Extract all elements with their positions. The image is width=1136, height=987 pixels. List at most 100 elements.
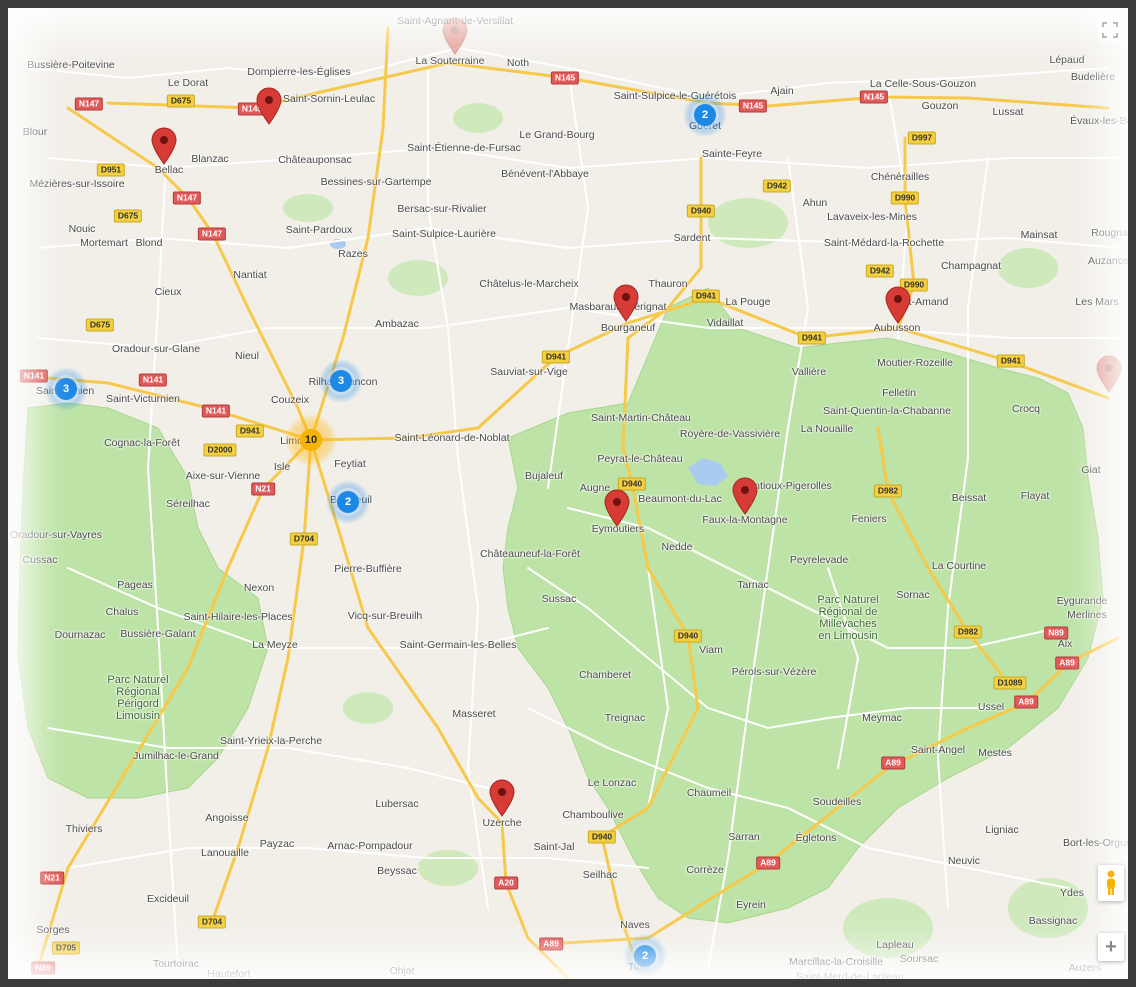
zoom-in-label: +	[1105, 935, 1117, 958]
place-label-royere-de-vassiviere: Royère-de-Vassivière	[679, 428, 781, 440]
road-shield-a89: A89	[1055, 656, 1079, 670]
place-label-beissat: Beissat	[951, 492, 987, 504]
place-label-nieul: Nieul	[235, 350, 259, 362]
place-label-benevent-l-abbaye: Bénévent-l'Abbaye	[501, 168, 589, 180]
cluster-count: 10	[300, 429, 322, 451]
road-shield-n21: N21	[251, 482, 275, 496]
place-label-sornac: Sornac	[896, 589, 930, 601]
place-label-hautefort: Hautefort	[207, 968, 251, 980]
place-label-aix: Aix	[1057, 638, 1073, 650]
place-label-excideuil: Excideuil	[146, 893, 190, 905]
place-label-saint-quentin-la-chabanne: Saint-Quentin-la-Chabanne	[823, 405, 951, 417]
place-label-moutier-rozeille: Moutier-Rozeille	[877, 357, 953, 369]
road-shield-d940: D940	[686, 204, 716, 218]
marker-cluster[interactable]: 2	[326, 480, 370, 524]
place-label-saint-sornin-leulac: Saint-Sornin-Leulac	[282, 93, 376, 105]
place-label-saint-merd-de-lapleau: Saint-Merd-de-Lapleau	[796, 971, 904, 983]
place-label-bourganeuf: Bourganeuf	[600, 322, 656, 334]
place-label-feytiat: Feytiat	[334, 458, 366, 470]
marker-cluster[interactable]: 3	[319, 359, 363, 403]
road-shield-a89: A89	[1014, 695, 1038, 709]
map-pin-icon	[151, 127, 177, 165]
place-label-lapleau: Lapleau	[876, 939, 914, 951]
place-label-saint-angel: Saint-Angel	[910, 744, 966, 756]
place-label-soursac: Soursac	[899, 953, 939, 965]
marker-uzerche[interactable]	[489, 779, 515, 817]
road-shield-n141: N141	[19, 369, 49, 383]
place-label-thauron: Thauron	[648, 278, 688, 290]
place-label-egletons: Égletons	[795, 832, 837, 844]
cluster-count: 3	[330, 370, 352, 392]
place-label-mezieres-sur-issoire: Mézières-sur-Issoire	[29, 178, 125, 190]
place-label-lanouaille: Lanouaille	[201, 847, 249, 859]
place-label-bussiere-galant: Bussière-Galant	[120, 628, 196, 640]
place-label-gouzon: Gouzon	[921, 100, 959, 112]
place-label-ligniac: Ligniac	[985, 824, 1019, 836]
place-label-chamboulive: Chamboulive	[562, 809, 624, 821]
place-label-bujaleuf: Bujaleuf	[525, 470, 563, 482]
road-shield-d942: D942	[762, 179, 792, 193]
place-label-uzerche: Uzerche	[482, 817, 522, 829]
place-label-ambazac: Ambazac	[375, 318, 419, 330]
place-label-chatelus-le-marcheix: Châtelus-le-Marcheix	[479, 278, 579, 290]
marker-saint-sornin-leulac[interactable]	[256, 87, 282, 125]
marker-aubusson[interactable]	[885, 286, 911, 324]
zoom-in-button[interactable]: +	[1098, 933, 1124, 961]
road-shield-d942: D942	[865, 264, 895, 278]
map-pin-icon	[604, 489, 630, 527]
marker-cluster[interactable]: 10	[285, 414, 337, 466]
place-label-viam: Viam	[699, 644, 723, 656]
fullscreen-icon	[1102, 22, 1118, 38]
cluster-count: 2	[694, 104, 716, 126]
road-shield-n21: N21	[40, 871, 64, 885]
cluster-count: 3	[55, 378, 77, 400]
place-label-le-lonzac: Le Lonzac	[587, 777, 637, 789]
place-label-ydes: Ydes	[1060, 887, 1084, 899]
place-label-tarnac: Tarnac	[737, 579, 769, 591]
place-label-masseret: Masseret	[452, 708, 496, 720]
place-label-crocq: Crocq	[1011, 403, 1041, 415]
place-label-saint-jal: Saint-Jal	[533, 841, 575, 853]
road-shield-n141: N141	[201, 404, 231, 418]
place-label-saint-hilaire-les-places: Saint-Hilaire-les-Places	[183, 611, 293, 623]
road-shield-n147: N147	[74, 97, 104, 111]
place-label-chalus: Chalus	[105, 606, 139, 618]
place-label-bort-les-orgues: Bort-les-Orgues	[1062, 837, 1136, 849]
place-label-le-dorat: Le Dorat	[167, 77, 209, 89]
place-label-seilhac: Seilhac	[582, 869, 618, 881]
marker-merinchal[interactable]	[1096, 355, 1122, 393]
road-shield-d675: D675	[85, 318, 115, 332]
marker-faux-la-montagne[interactable]	[732, 477, 758, 515]
place-label-oradour-sur-vayres: Oradour-sur-Vayres	[10, 529, 102, 541]
road-shield-d990: D990	[890, 191, 920, 205]
place-label-pierre-buffiere: Pierre-Buffière	[334, 563, 402, 575]
marker-cluster[interactable]: 2	[683, 93, 727, 137]
marker-eymoutiers[interactable]	[604, 489, 630, 527]
place-label-jumilhac-le-grand: Jumilhac-le-Grand	[133, 750, 219, 762]
marker-la-souterraine[interactable]	[442, 17, 468, 55]
place-label-bersac-sur-rivalier: Bersac-sur-Rivalier	[397, 203, 487, 215]
place-label-mainsat: Mainsat	[1020, 229, 1058, 241]
place-label-evaux-les-bains: Évaux-les-Bains	[1070, 115, 1135, 127]
marker-cluster[interactable]: 2	[623, 934, 667, 978]
place-label-saint-medard-la-rochette: Saint-Médard-la-Rochette	[823, 237, 945, 249]
place-label-isle: Isle	[273, 461, 291, 473]
fullscreen-button[interactable]	[1098, 18, 1122, 42]
map-viewport[interactable]: Bussière-Poitevine Le Dorat Dompierre-les-…	[8, 8, 1128, 979]
place-label-blond: Blond	[135, 237, 163, 249]
street-view-pegman-button[interactable]	[1098, 865, 1124, 901]
marker-bourganeuf[interactable]	[613, 284, 639, 322]
place-label-merlines: Merlines	[1067, 609, 1107, 621]
place-label-mortemart: Mortemart	[80, 237, 128, 249]
road-shield-n145: N145	[859, 90, 889, 104]
road-shield-d940: D940	[587, 830, 617, 844]
marker-bellac[interactable]	[151, 127, 177, 165]
place-label-arnac-pompadour: Arnac-Pompadour	[327, 840, 413, 852]
place-label-le-grand-bourg: Le Grand-Bourg	[519, 129, 595, 141]
pegman-icon	[1107, 870, 1115, 895]
road-shield-d941: D941	[235, 424, 265, 438]
place-label-budeliere: Budelière	[1070, 71, 1116, 83]
place-label-payzac: Payzac	[259, 838, 295, 850]
place-label-saint-sulpice-lauriere: Saint-Sulpice-Laurière	[392, 228, 496, 240]
marker-cluster[interactable]: 3	[44, 367, 88, 411]
